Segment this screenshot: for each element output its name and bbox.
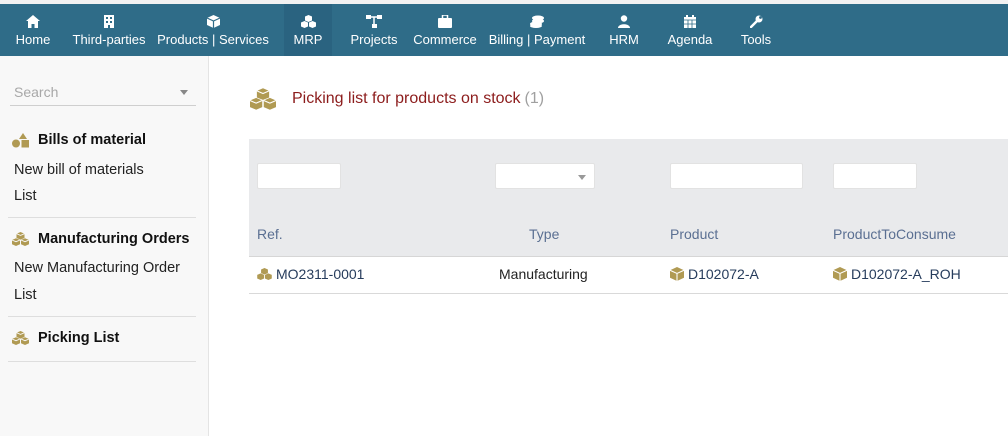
cell-product-to-consume[interactable]: D102072-A_ROH [833,266,961,282]
nav-home[interactable]: Home [8,4,58,56]
table-row: MO2311-0001 Manufacturing D102072-A D102… [249,257,1008,294]
product-to-consume-link[interactable]: D102072-A_ROH [851,266,961,282]
record-count: (1) [524,90,545,107]
nav-third-parties[interactable]: Third-parties [70,4,148,56]
product-link[interactable]: D102072-A [688,266,759,282]
page-title: Picking list for products on stock (1) [250,88,544,110]
nav-home-label: Home [15,32,51,47]
sidebar-link-bom-list[interactable]: List [14,188,37,204]
column-header-product-to-consume[interactable]: ProductToConsume [833,226,956,242]
nav-projects[interactable]: Projects [346,4,402,56]
cubes-icon [12,330,30,346]
column-header-product[interactable]: Product [670,226,718,242]
sidebar-section-picking-list[interactable]: Picking List [12,330,119,346]
home-icon [26,12,40,30]
user-icon [618,12,630,30]
sitemap-icon [366,12,382,30]
calendar-icon [684,12,696,30]
cube-icon [833,267,847,281]
sidebar-section-title: Manufacturing Orders [38,231,190,247]
chevron-down-icon [578,175,586,180]
column-header-ref[interactable]: Ref. [257,226,283,242]
sidebar-section-bills-of-material[interactable]: Bills of material [12,132,146,148]
search-select[interactable]: Search [10,81,196,106]
sidebar-link-mo-list[interactable]: List [14,287,37,303]
top-navigation-bar: Home Third-parties Products | Services M… [0,0,1008,56]
cubes-icon [257,268,272,280]
nav-commerce-label: Commerce [413,32,477,47]
cubes-icon [300,12,316,30]
sidebar-divider [8,361,196,362]
left-sidebar: Search Bills of material New bill of mat… [0,56,209,436]
coins-icon [530,12,544,30]
nav-projects-label: Projects [350,32,398,47]
sidebar-section-manufacturing-orders[interactable]: Manufacturing Orders [12,231,189,247]
sidebar-section-title: Bills of material [38,132,146,148]
nav-billing-payment-label: Billing | Payment [488,32,586,47]
sidebar-link-new-manufacturing-order[interactable]: New Manufacturing Order [14,260,180,276]
cubes-icon [12,231,30,247]
filter-product-input[interactable] [670,163,803,189]
cell-ref[interactable]: MO2311-0001 [257,266,364,282]
cube-icon [206,12,220,30]
filter-ref-input[interactable] [257,163,341,189]
nav-billing-payment[interactable]: Billing | Payment [486,4,588,56]
ref-link[interactable]: MO2311-0001 [276,266,364,282]
sidebar-divider [8,316,196,317]
nav-hrm-label: HRM [609,32,639,47]
building-icon [104,12,114,30]
cubes-icon [250,88,276,110]
search-placeholder: Search [14,84,59,100]
page-title-text: Picking list for products on stock [292,90,521,107]
cell-product[interactable]: D102072-A [670,266,759,282]
filter-row [249,139,1008,199]
nav-commerce[interactable]: Commerce [410,4,480,56]
nav-products-services[interactable]: Products | Services [154,4,272,56]
shapes-icon [12,132,30,148]
nav-third-parties-label: Third-parties [72,32,146,47]
nav-agenda-label: Agenda [667,32,713,47]
briefcase-icon [438,12,452,30]
sidebar-link-new-bill-of-materials[interactable]: New bill of materials [14,162,144,178]
column-header-type[interactable]: Type [529,226,559,242]
filter-product-to-consume-input[interactable] [833,163,917,189]
nav-tools-label: Tools [740,32,772,47]
nav-products-services-label: Products | Services [157,32,269,47]
nav-tools[interactable]: Tools [734,4,778,56]
nav-agenda[interactable]: Agenda [664,4,716,56]
wrench-icon [749,12,763,30]
nav-hrm[interactable]: HRM [604,4,644,56]
filter-type-select[interactable] [495,163,595,189]
nav-mrp[interactable]: MRP [284,4,332,56]
sidebar-section-title: Picking List [38,330,120,346]
nav-mrp-label: MRP [293,32,323,47]
cell-type: Manufacturing [499,266,588,282]
sidebar-divider [8,217,196,218]
chevron-down-icon[interactable] [180,90,188,95]
cube-icon [670,267,684,281]
